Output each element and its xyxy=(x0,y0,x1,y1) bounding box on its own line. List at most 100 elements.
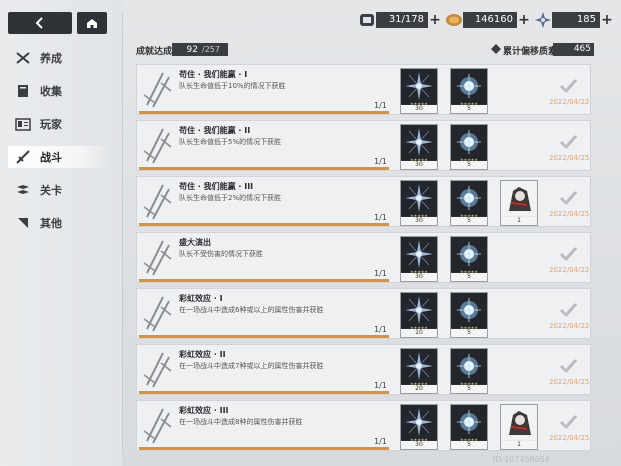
reward-item-crystal[interactable]: ★★★★★ 30 xyxy=(400,68,438,114)
achievement-count: 1/1 xyxy=(374,101,387,110)
achievement-title: 彩虹效应 · I xyxy=(179,294,223,303)
reward-item-crystal[interactable]: ★★★★★ 30 xyxy=(400,236,438,282)
achievement-date: 2022/04/25 xyxy=(549,210,590,218)
nav-item-battle[interactable]: 战斗 xyxy=(8,146,110,168)
reward-qty: 30 xyxy=(401,273,437,281)
achievement-desc: 队长生命值低于5%的情况下获胜 xyxy=(179,138,282,146)
achievement-count: 1/1 xyxy=(374,157,387,166)
stamina-value: 31/178 xyxy=(376,12,428,28)
achievement-row[interactable]: 苟住 · 我们能赢 · I 队长生命值低于10%的情况下获胜 1/1 ★★★★★ 30 ★… xyxy=(136,64,591,115)
corner-icon xyxy=(14,215,32,231)
achievement-row[interactable]: 彩虹效应 · III 在一场战斗中造成8种的属性伤害并获胜 1/1 ★★★★★ 30 ★★… xyxy=(136,400,591,451)
achievement-title: 苟住 · 我们能赢 · II xyxy=(179,126,251,135)
flag-icon xyxy=(14,182,32,198)
add-coins-button[interactable]: + xyxy=(517,12,531,28)
reward-item-orb[interactable]: ★★★★★ 5 xyxy=(450,292,488,338)
reward-qty: 5 xyxy=(451,217,487,225)
reward-qty: 5 xyxy=(451,385,487,393)
achievement-date: 2022/04/25 xyxy=(549,154,590,162)
achievement-row[interactable]: 苟住 · 我们能赢 · III 队长生命值低于2%的情况下获胜 1/1 ★★★★★ 30… xyxy=(136,176,591,227)
reward-item-orb[interactable]: ★★★★★ 5 xyxy=(450,180,488,226)
achievement-count: 1/1 xyxy=(374,269,387,278)
reward-qty: 30 xyxy=(401,441,437,449)
claimed-check-icon xyxy=(559,414,578,430)
nav-item-develop[interactable]: 养成 xyxy=(8,47,110,69)
claimed-check-icon xyxy=(559,78,578,94)
reward-item-orb[interactable]: ★★★★★ 5 xyxy=(450,236,488,282)
id-card-icon xyxy=(14,116,32,132)
achievement-emblem-icon xyxy=(143,296,172,332)
back-button[interactable] xyxy=(8,12,72,34)
add-crystals-button[interactable]: + xyxy=(600,12,614,28)
reward-qty: 5 xyxy=(451,161,487,169)
reward-qty: 20 xyxy=(401,385,437,393)
nav-item-label: 关卡 xyxy=(40,184,62,197)
nav-divider xyxy=(122,12,123,452)
claimed-check-icon xyxy=(559,246,578,262)
home-button[interactable] xyxy=(77,12,107,34)
reward-item-orb[interactable]: ★★★★★ 5 xyxy=(450,124,488,170)
essence-label: 累计偏移质素 xyxy=(503,47,558,57)
reward-item-orb[interactable]: ★★★★★ 5 xyxy=(450,348,488,394)
achievement-emblem-icon xyxy=(143,72,172,108)
achievement-count: 1/1 xyxy=(374,437,387,446)
achievement-count: 1/1 xyxy=(374,381,387,390)
crystal-icon xyxy=(535,12,551,28)
nav-item-collect[interactable]: 收集 xyxy=(8,80,110,102)
achievement-progress-bar xyxy=(139,223,389,226)
achievement-row[interactable]: 苟住 · 我们能赢 · II 队长生命值低于5%的情况下获胜 1/1 ★★★★★ 30 ★… xyxy=(136,120,591,171)
reward-item-crystal[interactable]: ★★★★★ 30 xyxy=(400,180,438,226)
achievement-title: 苟住 · 我们能赢 · I xyxy=(179,70,248,79)
achievement-row[interactable]: 盛大演出 队长不受伤害的情况下获胜 1/1 ★★★★★ 30 ★★★★★ 5 2022/04/… xyxy=(136,232,591,283)
achievement-date: 2022/04/22 xyxy=(549,98,590,106)
reward-qty: 5 xyxy=(451,329,487,337)
achievement-count: 1/1 xyxy=(374,213,387,222)
achievement-title: 彩虹效应 · III xyxy=(179,406,229,415)
nav-item-label: 战斗 xyxy=(40,151,62,164)
claimed-check-icon xyxy=(559,302,578,318)
nav-item-label: 其他 xyxy=(40,217,62,230)
achievement-desc: 在一场战斗中造成8种的属性伤害并获胜 xyxy=(179,418,303,426)
achievement-row[interactable]: 彩虹效应 · II 在一场战斗中造成7种或以上的属性伤害并获胜 1/1 ★★★★★ 20… xyxy=(136,344,591,395)
reward-item-char[interactable]: 1 xyxy=(500,404,538,450)
achievement-title: 彩虹效应 · II xyxy=(179,350,226,359)
achievement-row[interactable]: 彩虹效应 · I 在一场战斗中造成6种或以上的属性伤害并获胜 1/1 ★★★★★ 10 ★… xyxy=(136,288,591,339)
progress-current: 92 xyxy=(186,45,198,55)
nav-item-other[interactable]: 其他 xyxy=(8,212,110,234)
reward-qty: 1 xyxy=(501,217,537,225)
achievement-progress: 92/257 xyxy=(172,43,228,56)
achievement-emblem-icon xyxy=(143,352,172,388)
achievement-desc: 在一场战斗中造成7种或以上的属性伤害并获胜 xyxy=(179,362,324,370)
achievement-count: 1/1 xyxy=(374,325,387,334)
reward-item-orb[interactable]: ★★★★★ 5 xyxy=(450,68,488,114)
achievement-progress-bar xyxy=(139,111,389,114)
reward-item-crystal[interactable]: ★★★★★ 30 xyxy=(400,124,438,170)
achievement-date: 2022/04/25 xyxy=(549,434,590,442)
stamina-icon xyxy=(360,14,374,26)
reward-item-crystal[interactable]: ★★★★★ 10 xyxy=(400,292,438,338)
reward-qty: 30 xyxy=(401,161,437,169)
achievement-emblem-icon xyxy=(143,184,172,220)
achievement-date: 2022/04/22 xyxy=(549,266,590,274)
nav-item-label: 收集 xyxy=(40,85,62,98)
achievement-progress-label: 成就达成 xyxy=(136,47,173,57)
reward-qty: 5 xyxy=(451,273,487,281)
achievement-progress-bar xyxy=(139,447,389,450)
reward-item-crystal[interactable]: ★★★★★ 20 xyxy=(400,348,438,394)
resource-crystals: 185 + xyxy=(534,11,614,29)
nav-item-player[interactable]: 玩家 xyxy=(8,113,110,135)
claimed-check-icon xyxy=(559,134,578,150)
reward-item-crystal[interactable]: ★★★★★ 30 xyxy=(400,404,438,450)
progress-total: /257 xyxy=(202,45,220,54)
target-sword-icon xyxy=(14,149,32,165)
nav-item-stage[interactable]: 关卡 xyxy=(8,179,110,201)
achievement-desc: 队长生命值低于10%的情况下获胜 xyxy=(179,82,286,90)
achievement-title: 盛大演出 xyxy=(179,238,211,247)
crystals-value: 185 xyxy=(552,12,600,28)
reward-item-char[interactable]: 1 xyxy=(500,180,538,226)
add-stamina-button[interactable]: + xyxy=(428,12,442,28)
achievement-progress-bar xyxy=(139,391,389,394)
reward-item-orb[interactable]: ★★★★★ 5 xyxy=(450,404,488,450)
achievement-progress-bar xyxy=(139,167,389,170)
crossed-swords-icon xyxy=(14,50,32,66)
